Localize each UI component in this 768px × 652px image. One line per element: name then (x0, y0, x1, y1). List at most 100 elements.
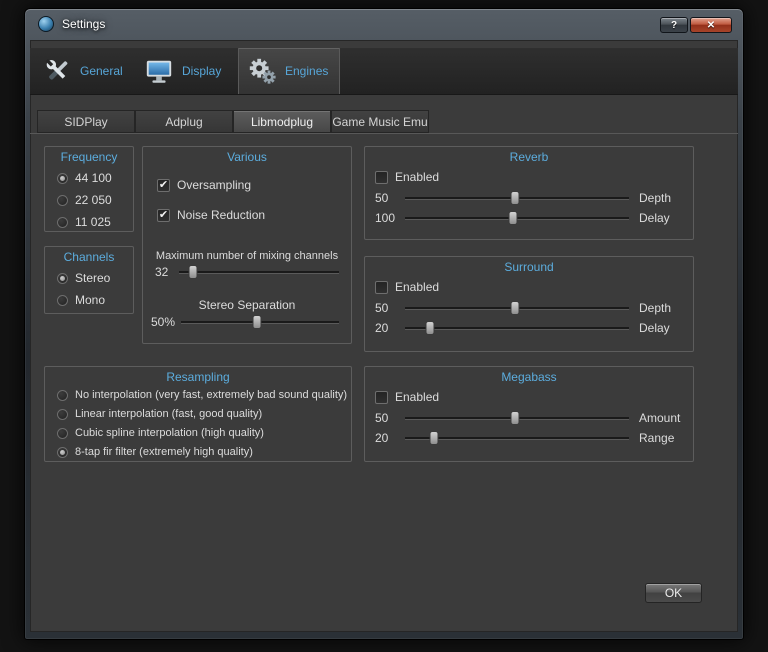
tools-icon (45, 58, 68, 80)
slider-handle[interactable] (510, 191, 520, 205)
checkbox-label: Enabled (395, 170, 440, 184)
close-icon: ✕ (706, 19, 716, 31)
surround-delay-row: 20 Delay (375, 320, 683, 336)
group-title: Resampling (166, 370, 230, 384)
oversampling-checkbox[interactable]: Oversampling (157, 178, 351, 192)
megabass-range-row: 20 Range (375, 430, 683, 446)
radio-no-interpolation[interactable]: No interpolation (very fast, extremely b… (57, 389, 351, 401)
help-icon: ? (670, 19, 678, 31)
radio-label: 11 025 (75, 215, 111, 229)
slider-value: 50% (151, 315, 176, 329)
slider-label: Amount (639, 411, 681, 425)
checkbox-icon (157, 178, 170, 192)
slider-label: Delay (639, 211, 670, 225)
radio-option-11025[interactable]: 11 025 (57, 215, 133, 229)
slider-handle[interactable] (510, 301, 520, 315)
slider-value: 50 (375, 301, 389, 315)
surround-enabled-checkbox[interactable]: Enabled (375, 280, 693, 294)
subtab-label: Libmodplug (250, 114, 314, 129)
radio-label: 44 100 (75, 171, 112, 185)
radio-label: Mono (75, 293, 106, 307)
settings-dialog: Settings ? ✕ General Display Engines SID… (0, 0, 768, 652)
tab-engines[interactable]: Engines (238, 48, 340, 94)
slider-value: 20 (375, 431, 389, 445)
mixing-channels-label: Maximum number of mixing channels (155, 250, 339, 262)
megabass-amount-slider[interactable] (405, 410, 629, 426)
tab-display[interactable]: Display (136, 48, 238, 94)
subtab-label: Game Music Emu (332, 114, 428, 129)
megabass-group: Megabass Enabled 50 Amount 20 Range (364, 366, 694, 462)
radio-label: No interpolation (very fast, extremely b… (75, 389, 348, 401)
titlebar[interactable]: Settings ? ✕ (24, 8, 744, 40)
stereo-separation-slider[interactable] (181, 314, 339, 330)
surround-depth-slider[interactable] (405, 300, 629, 316)
reverb-delay-slider[interactable] (405, 210, 629, 226)
tab-label: Engines (285, 64, 329, 78)
reverb-enabled-checkbox[interactable]: Enabled (375, 170, 693, 184)
close-button[interactable]: ✕ (690, 17, 732, 33)
slider-handle[interactable] (188, 265, 198, 279)
tab-label: Display (182, 64, 222, 78)
tab-general[interactable]: General (34, 48, 136, 94)
slider-label: Depth (639, 301, 672, 315)
checkbox-label: Noise Reduction (177, 208, 266, 222)
various-group: Various Oversampling Noise Reduction Max… (142, 146, 352, 344)
checkbox-label: Enabled (395, 280, 440, 294)
ok-button-label: OK (664, 586, 683, 600)
slider-handle[interactable] (508, 211, 518, 225)
main-tabbar: General Display Engines (30, 48, 738, 95)
subtab-game-music-emu[interactable]: Game Music Emu (331, 110, 429, 133)
radio-label: Stereo (75, 271, 111, 285)
slider-handle[interactable] (425, 321, 435, 335)
megabass-enabled-checkbox[interactable]: Enabled (375, 390, 693, 404)
slider-handle[interactable] (429, 431, 439, 445)
ok-button[interactable]: OK (645, 583, 702, 603)
subtab-adplug[interactable]: Adplug (135, 110, 233, 133)
radio-icon (57, 272, 68, 284)
surround-group: Surround Enabled 50 Depth 20 Delay (364, 256, 694, 352)
slider-groove (179, 271, 339, 274)
stereo-separation-row: 50% (151, 314, 339, 330)
slider-handle[interactable] (252, 315, 262, 329)
slider-value: 32 (155, 265, 169, 279)
channels-group: Channels Stereo Mono (44, 246, 134, 314)
radio-option-22050[interactable]: 22 050 (57, 193, 133, 207)
resampling-group: Resampling No interpolation (very fast, … (44, 366, 352, 462)
megabass-range-slider[interactable] (405, 430, 629, 446)
group-title: Surround (504, 260, 554, 274)
slider-label: Depth (639, 191, 672, 205)
radio-option-mono[interactable]: Mono (57, 293, 133, 307)
mixing-channels-slider[interactable] (179, 264, 339, 280)
subtab-libmodplug[interactable]: Libmodplug (233, 110, 331, 133)
slider-handle[interactable] (510, 411, 520, 425)
slider-label: Range (639, 431, 675, 445)
radio-label: Linear interpolation (fast, good quality… (75, 408, 263, 420)
checkbox-label: Oversampling (177, 178, 252, 192)
radio-label: Cubic spline interpolation (high quality… (75, 427, 264, 439)
engine-subtabs: SIDPlay Adplug Libmodplug Game Music Emu (30, 110, 738, 134)
slider-value: 50 (375, 191, 389, 205)
reverb-depth-slider[interactable] (405, 190, 629, 206)
radio-option-stereo[interactable]: Stereo (57, 271, 133, 285)
checkbox-icon (375, 280, 388, 294)
group-title: Reverb (509, 150, 549, 164)
subtab-sidplay[interactable]: SIDPlay (37, 110, 135, 133)
radio-cubic-spline[interactable]: Cubic spline interpolation (high quality… (57, 427, 351, 439)
stereo-separation-label: Stereo Separation (198, 298, 296, 312)
radio-8tap-fir[interactable]: 8-tap fir filter (extremely high quality… (57, 446, 351, 458)
radio-icon (57, 194, 68, 206)
mixing-channels-row: 32 (155, 264, 339, 280)
monitor-icon (146, 60, 172, 83)
radio-option-44100[interactable]: 44 100 (57, 171, 133, 185)
checkbox-icon (375, 390, 388, 404)
radio-linear-interpolation[interactable]: Linear interpolation (fast, good quality… (57, 408, 351, 420)
frequency-group: Frequency 44 100 22 050 11 025 (44, 146, 134, 232)
gears-icon (249, 58, 276, 84)
noise-reduction-checkbox[interactable]: Noise Reduction (157, 208, 351, 222)
surround-delay-slider[interactable] (405, 320, 629, 336)
help-button[interactable]: ? (660, 17, 688, 33)
group-title: Various (227, 150, 267, 164)
app-icon (38, 16, 54, 32)
subtab-label: Adplug (165, 114, 203, 129)
slider-value: 100 (375, 211, 396, 225)
